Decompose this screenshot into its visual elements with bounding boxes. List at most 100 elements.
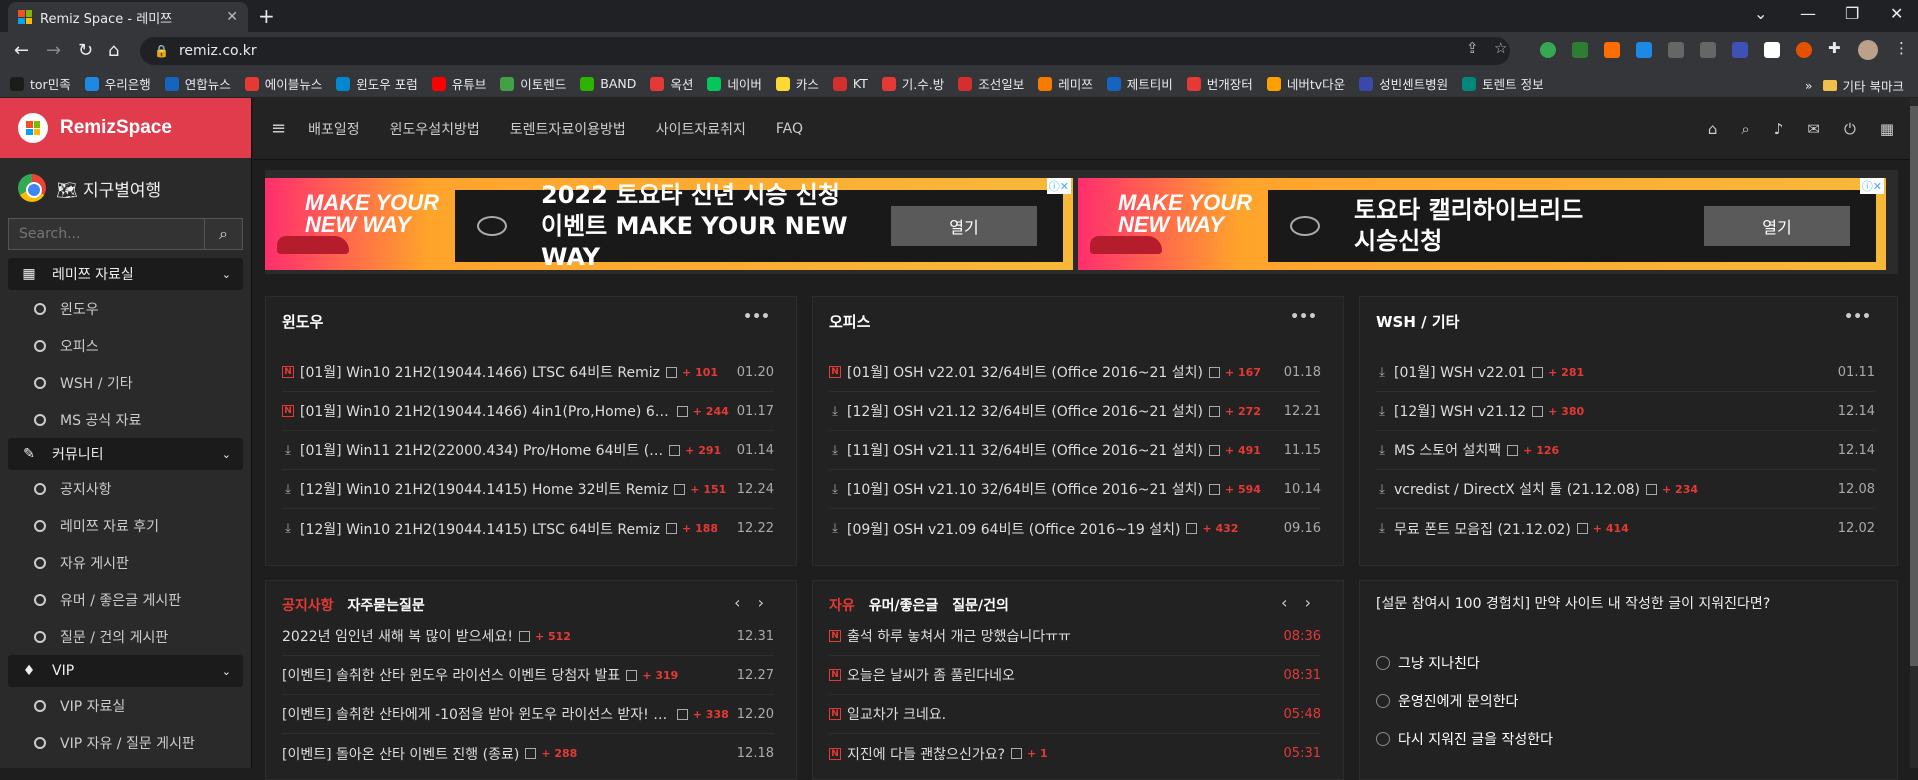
bookmark-item[interactable]: 유튜브 bbox=[431, 74, 487, 93]
post-title[interactable]: [12월] Win10 21H2(19044.1415) LTSC 64비트 R… bbox=[300, 519, 660, 539]
bookmark-label[interactable]: 에이블뉴스 bbox=[265, 74, 323, 93]
chevron-down-icon[interactable]: ⌄ bbox=[222, 448, 231, 461]
bookmark-item[interactable]: 에이블뉴스 bbox=[244, 74, 323, 93]
list-item[interactable]: ⤓ [10월] OSH v21.10 32/64비트 (Office 2016~2… bbox=[829, 470, 1321, 509]
category-label[interactable]: VIP bbox=[52, 663, 74, 679]
bookmark-label[interactable]: 번개장터 bbox=[1207, 74, 1253, 93]
extension-icon[interactable] bbox=[1572, 42, 1588, 58]
bookmark-label[interactable]: tor민족 bbox=[30, 74, 71, 93]
extension-icon[interactable] bbox=[1732, 42, 1748, 58]
bookmark-item[interactable]: 연합뉴스 bbox=[164, 74, 231, 93]
bookmark-item[interactable]: 옥션 bbox=[650, 74, 693, 93]
sidebar-item-label[interactable]: 공지사항 bbox=[60, 479, 112, 499]
extension-icon[interactable] bbox=[1540, 42, 1556, 58]
extension-icon[interactable] bbox=[1668, 42, 1684, 58]
post-title[interactable]: [이벤트] 돌아온 산타 이벤트 진행 (종료) bbox=[282, 744, 519, 764]
category-label[interactable]: 레미쯔 자료실 bbox=[52, 264, 134, 284]
extension-icon[interactable] bbox=[1700, 42, 1716, 58]
bookmark-label[interactable]: 네버tv다운 bbox=[1287, 74, 1345, 93]
pager-arrows-icon[interactable]: ‹ › bbox=[1281, 593, 1317, 612]
bookmark-item[interactable]: BAND bbox=[580, 76, 636, 91]
more-icon[interactable]: ••• bbox=[1290, 309, 1317, 325]
ad-banner[interactable]: MAKE YOUR NEW WAY 2022 토요타 신년 시승 신청 이벤트 … bbox=[265, 178, 1073, 271]
sidebar-item[interactable]: 윈도우 bbox=[0, 290, 251, 327]
list-item[interactable]: N [01월] OSH v22.01 32/64비트 (Office 2016~2… bbox=[829, 353, 1321, 392]
sidebar-item-label[interactable]: MS 공식 자료 bbox=[60, 410, 141, 430]
list-item[interactable]: ⤓ [12월] WSH v21.12 + 380 12.14 bbox=[1376, 392, 1875, 431]
site-logo[interactable]: RemizSpace bbox=[0, 98, 251, 158]
bookmark-label[interactable]: 기.수.방 bbox=[902, 74, 944, 93]
post-title[interactable]: [01월] Win10 21H2(19044.1466) 4in1(Pro,Ho… bbox=[300, 401, 671, 421]
bookmark-item[interactable]: 성빈센트병원 bbox=[1359, 74, 1448, 93]
bookmark-item[interactable]: 네버tv다운 bbox=[1266, 74, 1345, 93]
sidebar-item-label[interactable]: 자유 게시판 bbox=[60, 553, 129, 573]
post-title[interactable]: 출석 하루 놓쳐서 개근 망했습니다ㅠㅠ bbox=[847, 626, 1071, 646]
post-title[interactable]: 2022년 임인년 새해 복 많이 받으세요! bbox=[282, 626, 513, 646]
post-title[interactable]: [01월] WSH v22.01 bbox=[1394, 362, 1526, 382]
tab-faq[interactable]: 자주묻는질문 bbox=[348, 595, 425, 615]
panel-title[interactable]: 윈도우 bbox=[282, 311, 323, 332]
sidebar-item-label[interactable]: 질문 / 건의 게시판 bbox=[60, 627, 168, 647]
sidebar-item[interactable]: VIP 자료실 bbox=[0, 687, 251, 724]
category-label[interactable]: 커뮤니티 bbox=[52, 444, 104, 464]
bookmark-label[interactable]: 연합뉴스 bbox=[185, 74, 231, 93]
sidebar-item[interactable]: VIP 자유 / 질문 게시판 bbox=[0, 724, 251, 761]
post-title[interactable]: 일교차가 크네요. bbox=[847, 704, 946, 724]
close-window-button[interactable]: ✕ bbox=[1890, 4, 1903, 23]
post-title[interactable]: [01월] Win10 21H2(19044.1466) LTSC 64비트 R… bbox=[300, 362, 660, 382]
maximize-button[interactable]: ❐ bbox=[1845, 4, 1859, 23]
home-icon[interactable]: ⌂ bbox=[1708, 120, 1718, 138]
new-tab-button[interactable]: + bbox=[258, 4, 275, 28]
nav-link-torrent[interactable]: 토렌트자료이용방법 bbox=[510, 119, 626, 139]
post-title[interactable]: [01월] Win11 21H2(22000.434) Pro/Home 64비… bbox=[300, 440, 663, 460]
grid-icon[interactable]: ▦ bbox=[1880, 120, 1894, 138]
list-item[interactable]: N 일교차가 크네요. 05:48 bbox=[829, 695, 1321, 734]
bookmark-label[interactable]: 우리은행 bbox=[105, 74, 151, 93]
radio-button[interactable] bbox=[1376, 694, 1390, 708]
post-title[interactable]: 무료 폰트 모음집 (21.12.02) bbox=[1394, 519, 1571, 539]
radio-button[interactable] bbox=[1376, 656, 1390, 670]
list-item[interactable]: ⤓ [12월] Win10 21H2(19044.1415) Home 32비트 … bbox=[282, 470, 774, 509]
bookmark-item[interactable]: 기.수.방 bbox=[881, 74, 944, 93]
bookmark-label[interactable]: 유튜브 bbox=[452, 74, 487, 93]
nav-link-purpose[interactable]: 사이트자료취지 bbox=[656, 119, 746, 139]
bookmark-item[interactable]: 번개장터 bbox=[1186, 74, 1253, 93]
bookmark-item[interactable]: 이토렌드 bbox=[500, 74, 566, 93]
poll-option-label[interactable]: 다시 지워진 글을 작성한다 bbox=[1398, 729, 1553, 749]
more-icon[interactable]: ••• bbox=[743, 309, 770, 325]
bookmark-label[interactable]: 토렌트 정보 bbox=[1482, 74, 1543, 93]
bell-icon[interactable]: ♪ bbox=[1774, 120, 1784, 138]
list-item[interactable]: ⤓ [11월] OSH v21.11 32/64비트 (Office 2016~2… bbox=[829, 431, 1321, 470]
ad-banner[interactable]: MAKE YOUR NEW WAY 토요타 캘리하이브리드 시승신청 열기 ⓘ✕ bbox=[1078, 178, 1886, 270]
sidebar-item-label[interactable]: 레미쯔 자료 후기 bbox=[60, 516, 159, 536]
lock-icon[interactable]: 🔒 bbox=[154, 44, 169, 58]
mail-icon[interactable]: ✉ bbox=[1807, 120, 1820, 138]
extension-icon[interactable] bbox=[1764, 42, 1780, 58]
chevron-down-icon[interactable]: ⌄ bbox=[222, 268, 231, 281]
poll-option[interactable]: 그냥 지나친다 bbox=[1376, 653, 1480, 673]
bookmark-item[interactable]: 토렌트 정보 bbox=[1462, 74, 1544, 93]
home-icon[interactable]: ⌂ bbox=[108, 40, 119, 61]
bookmark-label[interactable]: KT bbox=[853, 76, 868, 91]
search-icon[interactable]: ⌕ bbox=[1741, 120, 1749, 138]
tab-search-icon[interactable]: ⌄ bbox=[1754, 4, 1767, 23]
sidebar-item[interactable]: 레미쯔 자료 후기 bbox=[0, 507, 251, 544]
sidebar-item[interactable]: 유머 / 좋은글 게시판 bbox=[0, 581, 251, 618]
tab-close-icon[interactable]: ✕ bbox=[226, 9, 238, 25]
post-title[interactable]: [10월] OSH v21.10 32/64비트 (Office 2016~21… bbox=[847, 479, 1203, 499]
list-item[interactable]: ⤓ [12월] Win10 21H2(19044.1415) LTSC 64비트 … bbox=[282, 509, 774, 548]
bookmark-item[interactable]: KT bbox=[832, 76, 868, 91]
sidebar-item-label[interactable]: WSH / 기타 bbox=[60, 373, 133, 393]
extension-icon[interactable] bbox=[1604, 42, 1620, 58]
tab-humor[interactable]: 유머/좋은글 bbox=[869, 595, 939, 615]
share-icon[interactable]: ⇪ bbox=[1466, 39, 1479, 57]
search-icon[interactable]: ⌕ bbox=[204, 219, 242, 249]
list-item[interactable]: N [01월] Win10 21H2(19044.1466) 4in1(Pro,H… bbox=[282, 392, 774, 431]
list-item[interactable]: ⤓ 무료 폰트 모음집 (21.12.02) + 414 12.02 bbox=[1376, 509, 1875, 548]
post-title[interactable]: [09월] OSH v21.09 64비트 (Office 2016~19 설치… bbox=[847, 519, 1180, 539]
bookmark-label[interactable]: 옥션 bbox=[670, 74, 693, 93]
post-title[interactable]: [12월] WSH v21.12 bbox=[1394, 401, 1526, 421]
menu-dots-icon[interactable]: ⋮ bbox=[1894, 39, 1909, 57]
sidebar-category[interactable]: ✎ 커뮤니티 ⌄ bbox=[8, 438, 243, 470]
bookmark-item[interactable]: 카스 bbox=[775, 74, 819, 93]
